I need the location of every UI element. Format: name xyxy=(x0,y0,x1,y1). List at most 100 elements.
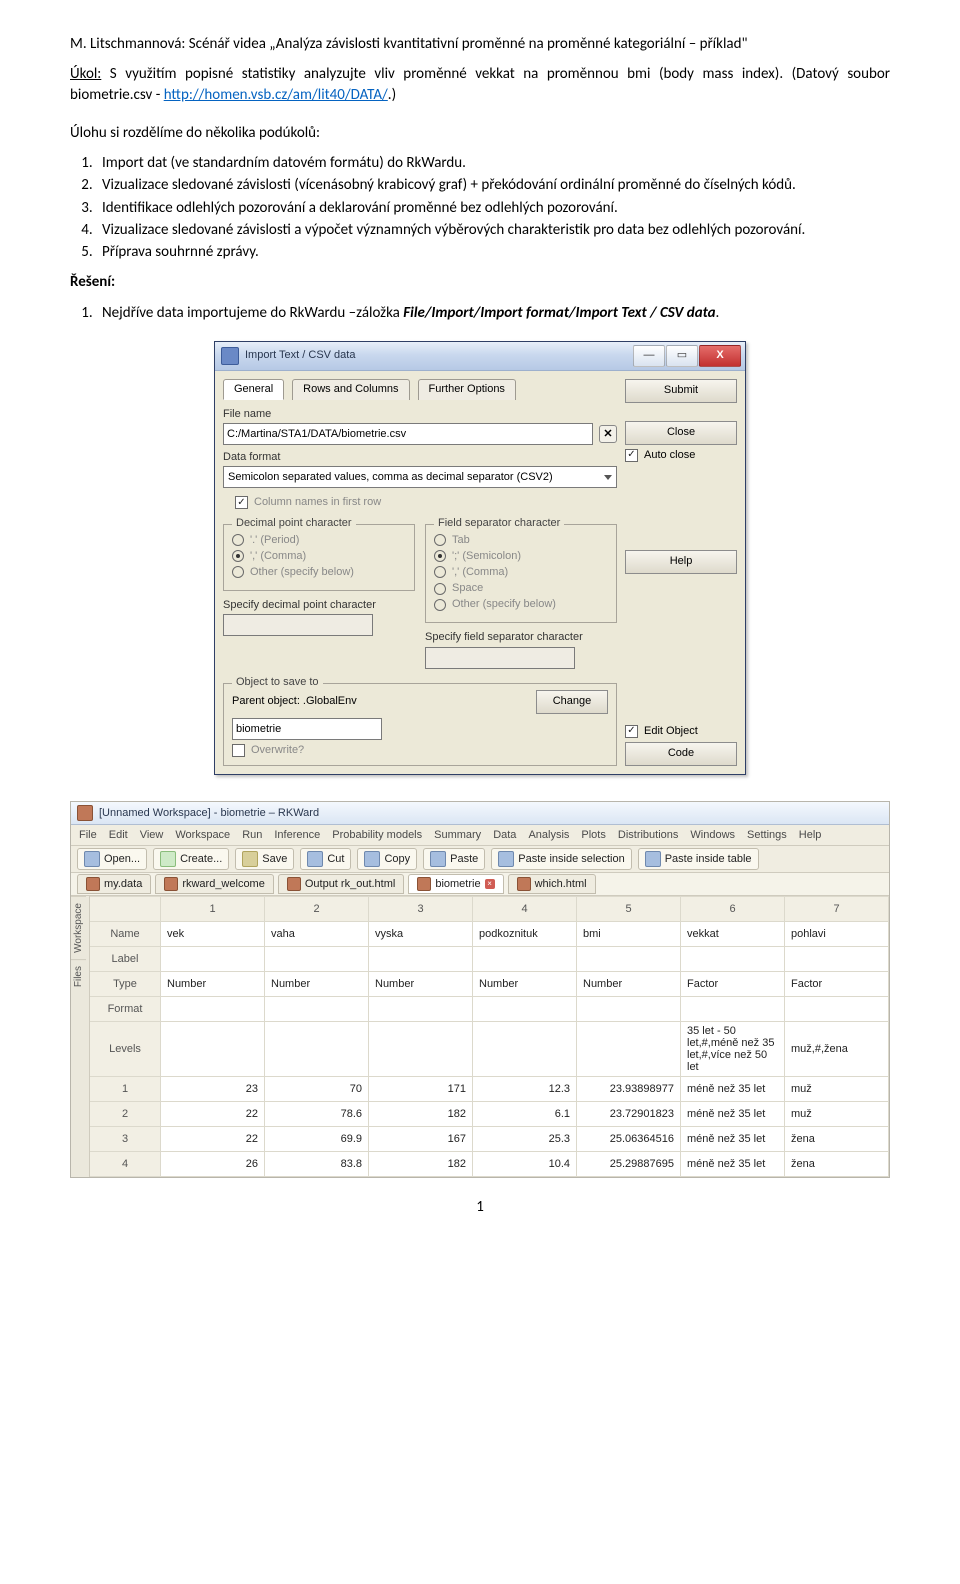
meta-cell[interactable] xyxy=(785,996,889,1021)
meta-cell[interactable]: Factor xyxy=(785,971,889,996)
menu-item[interactable]: Data xyxy=(493,829,516,841)
meta-cell[interactable] xyxy=(265,946,369,971)
data-cell[interactable]: 26 xyxy=(161,1151,265,1176)
toolbar-button[interactable]: Cut xyxy=(300,848,351,870)
menu-item[interactable]: Summary xyxy=(434,829,481,841)
doc-tab[interactable]: rkward_welcome xyxy=(155,874,274,894)
task-link[interactable]: http://homen.vsb.cz/am/lit40/DATA/ xyxy=(164,86,388,104)
meta-cell[interactable] xyxy=(369,946,473,971)
meta-cell[interactable] xyxy=(473,946,577,971)
data-cell[interactable]: 182 xyxy=(369,1151,473,1176)
meta-cell[interactable]: pohlavi xyxy=(785,921,889,946)
close-button[interactable]: X xyxy=(699,345,741,367)
data-cell[interactable]: 23.93898977 xyxy=(577,1076,681,1101)
meta-cell[interactable]: vek xyxy=(161,921,265,946)
checkbox-icon[interactable]: ✓ xyxy=(625,449,638,462)
meta-cell[interactable]: Number xyxy=(369,971,473,996)
tab-close-icon[interactable]: × xyxy=(485,879,495,889)
help-button[interactable]: Help xyxy=(625,550,737,574)
data-cell[interactable]: méně než 35 let xyxy=(681,1101,785,1126)
doc-tab[interactable]: which.html xyxy=(508,874,596,894)
meta-cell[interactable] xyxy=(681,996,785,1021)
meta-cell[interactable]: 35 let - 50 let,#,méně než 35 let,#,více… xyxy=(681,1021,785,1076)
toolbar-button[interactable]: Copy xyxy=(357,848,417,870)
menu-item[interactable]: Probability models xyxy=(332,829,422,841)
data-cell[interactable]: 171 xyxy=(369,1076,473,1101)
toolbar-button[interactable]: Paste xyxy=(423,848,485,870)
side-tab-files[interactable]: Files xyxy=(71,959,86,993)
data-cell[interactable]: 22 xyxy=(161,1101,265,1126)
data-cell[interactable]: 23 xyxy=(161,1076,265,1101)
menu-item[interactable]: File xyxy=(79,829,97,841)
meta-cell[interactable] xyxy=(369,1021,473,1076)
data-cell[interactable]: 23.72901823 xyxy=(577,1101,681,1126)
menu-item[interactable]: Run xyxy=(242,829,262,841)
toolbar-button[interactable]: Create... xyxy=(153,848,229,870)
meta-cell[interactable]: podkoznituk xyxy=(473,921,577,946)
checkbox-icon[interactable]: ✓ xyxy=(625,725,638,738)
meta-cell[interactable] xyxy=(265,1021,369,1076)
data-cell[interactable]: 25.06364516 xyxy=(577,1126,681,1151)
data-cell[interactable]: 10.4 xyxy=(473,1151,577,1176)
meta-cell[interactable]: Number xyxy=(265,971,369,996)
meta-cell[interactable] xyxy=(369,996,473,1021)
meta-cell[interactable] xyxy=(161,996,265,1021)
menu-item[interactable]: Workspace xyxy=(175,829,230,841)
data-cell[interactable]: 25.29887695 xyxy=(577,1151,681,1176)
toolbar-button[interactable]: Paste inside table xyxy=(638,848,759,870)
meta-cell[interactable] xyxy=(161,946,265,971)
meta-cell[interactable] xyxy=(473,1021,577,1076)
menu-item[interactable]: Help xyxy=(799,829,822,841)
menu-item[interactable]: Windows xyxy=(690,829,735,841)
data-cell[interactable]: 70 xyxy=(265,1076,369,1101)
tab-further[interactable]: Further Options xyxy=(418,379,516,400)
change-button[interactable]: Change xyxy=(536,690,608,714)
meta-cell[interactable] xyxy=(577,1021,681,1076)
side-tab-workspace[interactable]: Workspace xyxy=(71,896,86,959)
meta-cell[interactable]: Number xyxy=(577,971,681,996)
clear-icon[interactable]: ✕ xyxy=(599,425,617,443)
meta-cell[interactable]: bmi xyxy=(577,921,681,946)
maximize-button[interactable]: ▭ xyxy=(666,345,698,367)
data-cell[interactable]: méně než 35 let xyxy=(681,1076,785,1101)
data-cell[interactable]: 6.1 xyxy=(473,1101,577,1126)
meta-cell[interactable] xyxy=(681,946,785,971)
meta-cell[interactable] xyxy=(785,946,889,971)
menu-item[interactable]: View xyxy=(140,829,164,841)
toolbar-button[interactable]: Open... xyxy=(77,848,147,870)
meta-cell[interactable] xyxy=(473,996,577,1021)
menu-item[interactable]: Settings xyxy=(747,829,787,841)
meta-cell[interactable]: Number xyxy=(473,971,577,996)
menu-item[interactable]: Edit xyxy=(109,829,128,841)
data-cell[interactable]: 167 xyxy=(369,1126,473,1151)
meta-cell[interactable] xyxy=(577,996,681,1021)
file-input[interactable] xyxy=(223,423,593,445)
data-cell[interactable]: méně než 35 let xyxy=(681,1126,785,1151)
data-cell[interactable]: 78.6 xyxy=(265,1101,369,1126)
menu-item[interactable]: Distributions xyxy=(618,829,679,841)
meta-cell[interactable]: vaha xyxy=(265,921,369,946)
data-cell[interactable]: méně než 35 let xyxy=(681,1151,785,1176)
data-cell[interactable]: 69.9 xyxy=(265,1126,369,1151)
toolbar-button[interactable]: Save xyxy=(235,848,294,870)
data-cell[interactable]: muž xyxy=(785,1101,889,1126)
menu-item[interactable]: Inference xyxy=(274,829,320,841)
meta-cell[interactable]: vekkat xyxy=(681,921,785,946)
data-cell[interactable]: žena xyxy=(785,1126,889,1151)
menu-item[interactable]: Plots xyxy=(581,829,605,841)
tab-rowscols[interactable]: Rows and Columns xyxy=(292,379,409,400)
tab-general[interactable]: General xyxy=(223,379,284,400)
dataformat-select[interactable]: Semicolon separated values, comma as dec… xyxy=(223,466,617,488)
menu-item[interactable]: Analysis xyxy=(528,829,569,841)
data-cell[interactable]: 83.8 xyxy=(265,1151,369,1176)
doc-tab[interactable]: biometrie× xyxy=(408,874,503,894)
meta-cell[interactable]: vyska xyxy=(369,921,473,946)
toolbar-button[interactable]: Paste inside selection xyxy=(491,848,631,870)
close-panel-button[interactable]: Close xyxy=(625,421,737,445)
submit-button[interactable]: Submit xyxy=(625,379,737,403)
meta-cell[interactable]: muž,#,žena xyxy=(785,1021,889,1076)
doc-tab[interactable]: Output rk_out.html xyxy=(278,874,405,894)
meta-cell[interactable] xyxy=(577,946,681,971)
meta-cell[interactable] xyxy=(265,996,369,1021)
minimize-button[interactable]: — xyxy=(633,345,665,367)
